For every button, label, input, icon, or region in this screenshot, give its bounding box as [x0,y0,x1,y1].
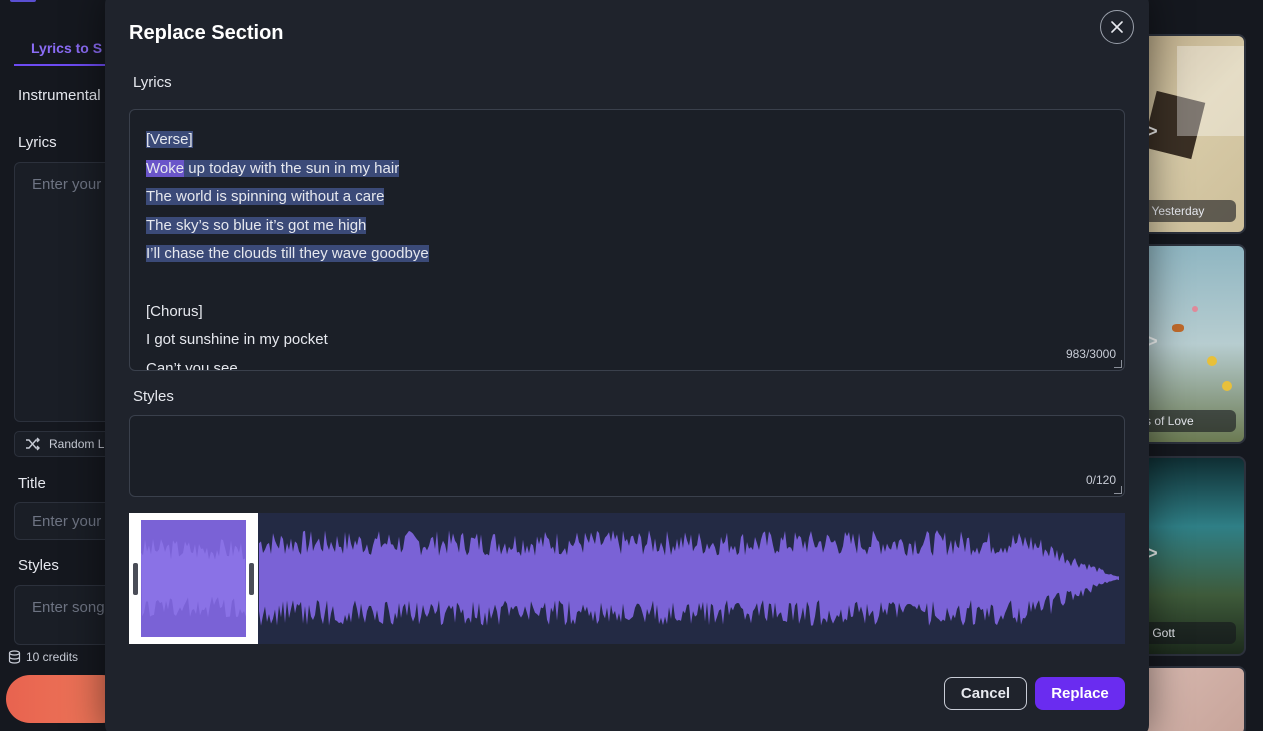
song-card[interactable] [1135,666,1246,731]
close-icon [1111,21,1123,33]
dialog-title: Replace Section [129,22,284,44]
waveform-shape [259,530,1119,626]
butterfly-artwork [1172,324,1184,332]
styles-char-counter: 0/120 [1085,473,1116,487]
selector-left-handle[interactable] [133,563,138,595]
selected-text: Woke [146,159,185,177]
selected-waveform-region [141,520,246,637]
lyric-line: The sky’s so blue it’s got me high [146,212,1108,241]
lyric-line: [Verse] [146,126,1108,155]
selected-waveform-shape [141,538,246,618]
tab-lyrics-to-song[interactable]: Lyrics to S [14,36,114,66]
shuffle-icon [26,437,40,451]
replace-button[interactable]: Replace [1035,677,1125,710]
flower-artwork [1192,306,1198,312]
card-title: r Gott [1137,622,1236,644]
cancel-button[interactable]: Cancel [944,677,1027,710]
flower-artwork [1222,381,1232,391]
close-button[interactable] [1100,10,1134,44]
lyric-line: [Chorus] [146,302,203,320]
styles-label: Styles [133,388,174,405]
lyric-line: Can’t you see [146,359,238,371]
song-card[interactable]: > r Gott [1135,456,1246,656]
selected-text: The sky’s so blue it’s got me high [146,216,367,234]
styles-label: Styles [18,557,59,574]
section-selector[interactable] [129,513,258,644]
credits-indicator: 10 credits [8,650,78,664]
resize-handle-icon[interactable] [1114,486,1122,494]
resize-handle-icon[interactable] [1114,360,1122,368]
lyrics-label: Lyrics [133,74,172,91]
flower-artwork [1207,356,1217,366]
song-card[interactable]: > f Yesterday [1135,34,1246,234]
styles-textarea[interactable]: 0/120 [129,415,1125,497]
lyrics-textarea[interactable]: [Verse] Woke up today with the sun in my… [129,109,1125,371]
selected-text: The world is spinning without a care [146,188,385,206]
coins-icon [8,650,21,664]
card-title: f Yesterday [1137,200,1236,222]
app-logo [10,0,36,2]
selected-waveform-graphic [141,538,246,618]
title-label: Title [18,475,46,492]
card-artwork-light [1177,46,1244,136]
lyrics-label: Lyrics [18,134,57,151]
selected-text: up today with the sun in my hair [184,159,400,177]
credits-label: 10 credits [26,650,79,664]
card-title: s of Love [1137,410,1236,432]
random-lyrics-label: Random L [49,437,105,451]
selected-text: [Verse] [146,131,193,148]
replace-section-dialog: Replace Section Lyrics [Verse] Woke up t… [105,0,1149,731]
selected-text: I’ll chase the clouds till they wave goo… [146,245,429,263]
lyric-line: I got sunshine in my pocket [146,331,328,349]
lyric-line [146,269,1108,298]
song-card[interactable]: > s of Love [1135,244,1246,444]
waveform-track[interactable] [129,513,1125,644]
lyrics-char-counter: 983/3000 [1065,347,1116,361]
lyric-line: The world is spinning without a care [146,183,1108,212]
instrumental-label: Instrumental [18,87,101,104]
selector-right-handle[interactable] [249,563,254,595]
waveform-graphic [259,530,1119,626]
lyric-line: Woke up today with the sun in my hair [146,155,1108,184]
lyric-line: I’ll chase the clouds till they wave goo… [146,240,1108,269]
